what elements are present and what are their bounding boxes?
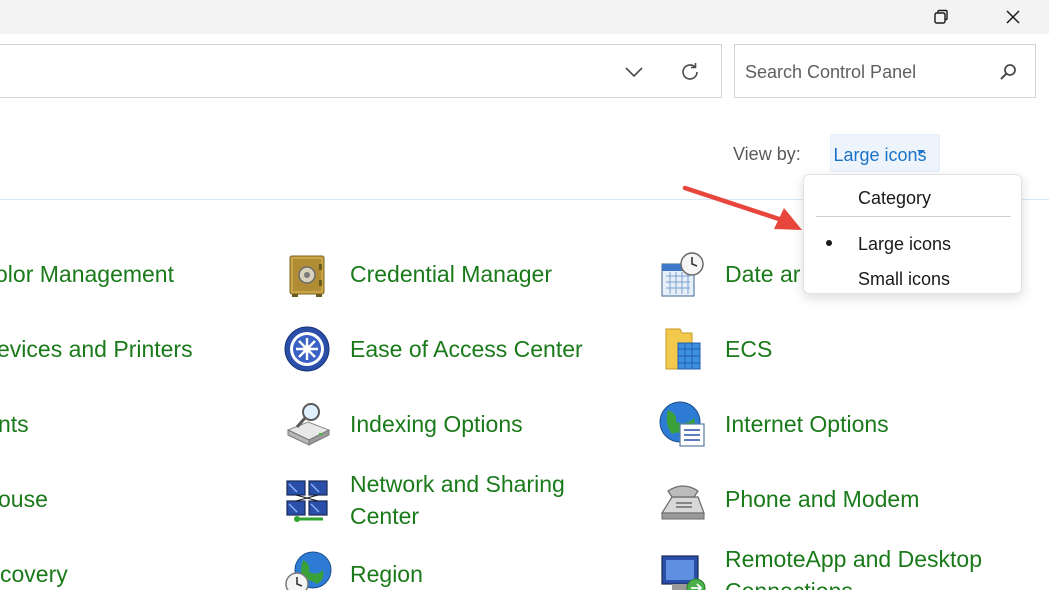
search-box[interactable] [734,44,1036,98]
annotation-arrow-icon [682,185,802,230]
item-label-line2: Connections [725,575,853,590]
view-by-selected: Large icons [833,145,927,165]
menu-item-label: Large icons [858,234,952,254]
search-input[interactable] [745,59,985,85]
restore-icon [934,9,948,24]
item-label: Internet Options [725,411,889,437]
close-icon [1006,10,1020,24]
item-label-line1: Network and Sharing [350,471,565,497]
safe-icon [289,255,325,297]
menu-item-small-icons[interactable]: Small icons [804,263,1021,293]
item-label-line2: Center [350,503,420,529]
menu-item-label: Small icons [858,269,951,289]
globe-clock-icon [285,551,332,590]
item-label: olor Management [0,261,174,287]
menu-item-large-icons[interactable]: Large icons [804,228,1021,258]
remote-desktop-icon [661,555,706,590]
view-by-dropdown[interactable]: Large icons [830,134,940,172]
indexing-icon [286,403,331,446]
item-label: nts [0,411,29,437]
chevron-down-icon [625,67,643,78]
search-icon[interactable] [997,61,1019,83]
selected-bullet-icon [826,240,832,246]
menu-item-category[interactable]: Category [804,182,1021,212]
refresh-icon [682,63,698,80]
network-icon [286,480,328,522]
item-label: Date ar [725,261,801,287]
menu-item-label: Category [858,188,932,208]
phone-icon [660,485,705,520]
item-label: Phone and Modem [725,486,920,512]
item-label: Region [350,561,423,587]
item-label: Indexing Options [350,411,523,437]
item-label: ECS [725,336,773,362]
address-history-button[interactable] [621,59,647,85]
title-bar [0,0,1049,34]
menu-separator [816,216,1011,217]
item-label-line1: RemoteApp and Desktop [725,546,982,572]
calendar-clock-icon [661,252,704,297]
view-by-menu: Category Large icons Small icons [803,174,1022,294]
address-bar[interactable] [0,44,722,98]
item-label: Ease of Access Center [350,336,583,362]
view-by-label: View by: [733,144,801,164]
globe-list-icon [659,401,705,447]
caret-down-icon [917,150,925,154]
close-button[interactable] [990,0,1036,34]
folder-cubes-icon [665,328,701,370]
item-label: evices and Printers [0,336,193,362]
refresh-button[interactable] [677,59,703,85]
restore-button[interactable] [918,0,964,34]
item-label: Credential Manager [350,261,553,287]
accessibility-icon [284,326,330,372]
item-label: covery [0,561,68,587]
item-label: ouse [0,486,48,512]
